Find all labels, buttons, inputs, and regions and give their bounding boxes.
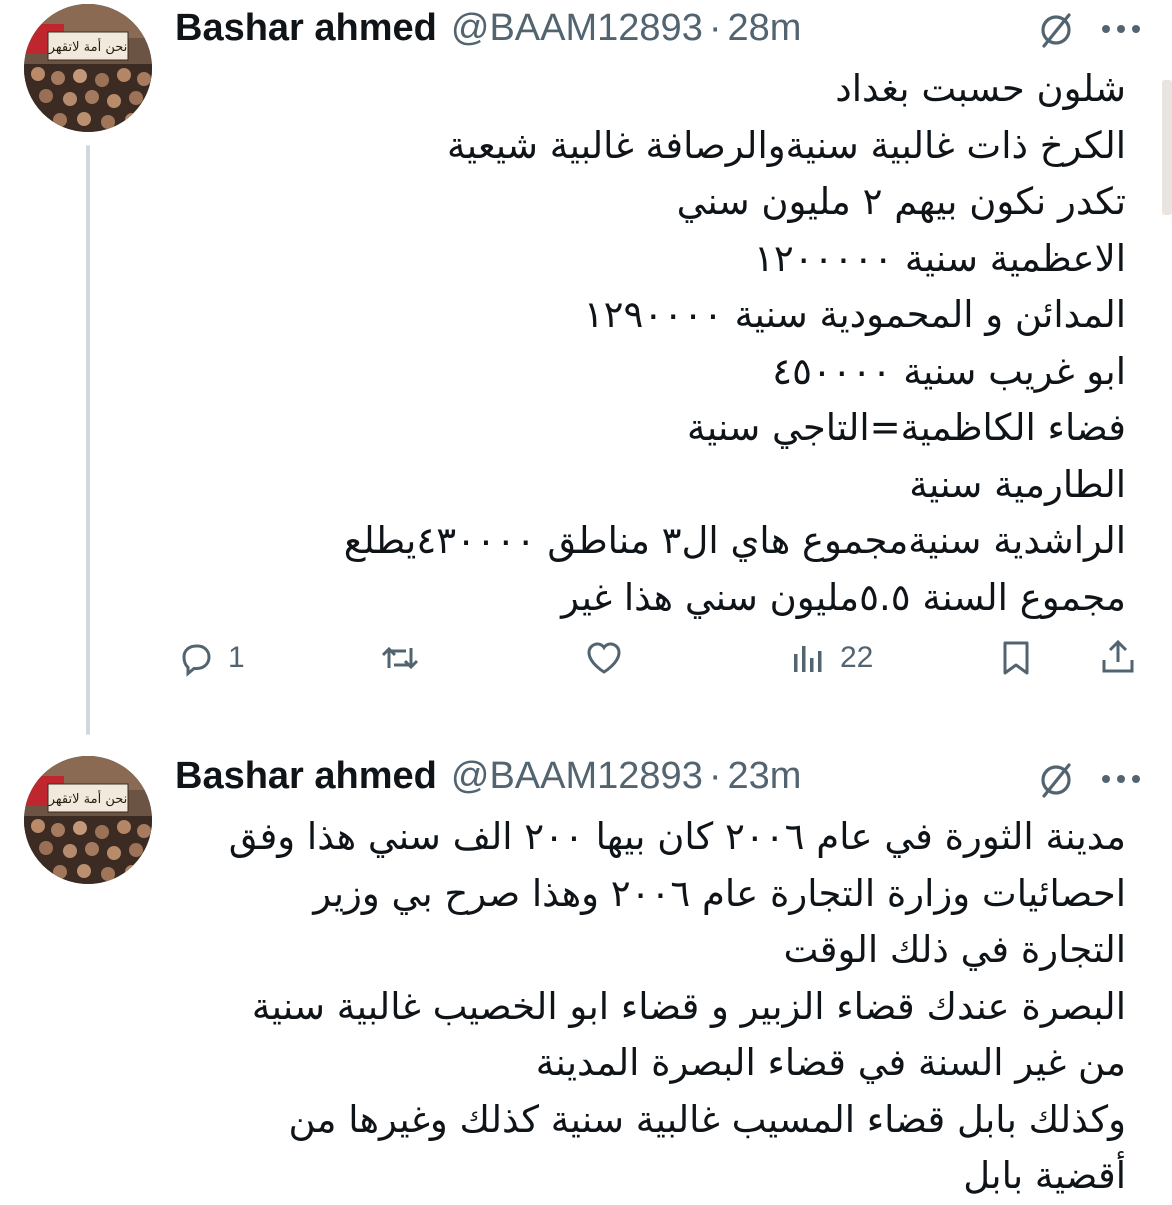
tweet-line: احصائيات وزارة التجارة عام ٢٠٠٦ وهذا صرح… [313, 871, 1126, 915]
author-name[interactable]: Bashar ahmed [175, 7, 437, 50]
tweet-line: شلون حسبت بغداد [835, 67, 1126, 110]
like-icon [587, 642, 621, 674]
avatar-banner-text: نحن أمة لاتقهر [48, 38, 128, 55]
tweet-text: مدينة الثورة في عام ٢٠٠٦ كان بيها ٢٠٠ ال… [229, 809, 1126, 1205]
tweet-header: Bashar ahmed @BAAM12893 · 23m [175, 754, 801, 798]
tweet-line: الطارمية سنية [909, 462, 1126, 506]
like-button[interactable] [584, 638, 636, 678]
share-button[interactable] [1098, 638, 1138, 678]
tweet-line: وكذلك بابل قضاء المسيب غالبية سنية كذلك … [288, 1097, 1126, 1141]
tweet-line: المدائن و المحمودية سنية ١٢٩٠٠٠٠ [583, 293, 1126, 336]
views-count: 22 [840, 641, 874, 674]
tweet-line: مجموع السنة ٥.٥مليون سني هذا غير [561, 575, 1126, 619]
more-icon[interactable] [1098, 14, 1144, 44]
avatar-banner-text: نحن أمة لاتقهر [48, 790, 128, 807]
avatar-image: نحن أمة لاتقهر [24, 4, 152, 132]
repost-icon [381, 646, 419, 670]
tweet-line: التجارة في ذلك الوقت [783, 928, 1126, 971]
grok-icon[interactable] [1036, 760, 1076, 800]
tweet-line: الكرخ ذات غالبية سنيةوالرصافة غالبية شيع… [446, 123, 1126, 167]
avatar-image: نحن أمة لاتقهر [24, 756, 152, 884]
repost-button[interactable] [380, 638, 432, 678]
tweet-line: أقضية بابل [963, 1154, 1126, 1197]
author-name[interactable]: Bashar ahmed [175, 755, 437, 798]
timestamp[interactable]: 23m [727, 755, 801, 798]
views-icon [794, 646, 822, 672]
tweet-header: Bashar ahmed @BAAM12893 · 28m [175, 6, 801, 50]
tweet-line: ابو غريب سنية ٤٥٠٠٠٠ [772, 349, 1126, 393]
tweet-line: تكدر نكون بيهم ٢ مليون سني [676, 180, 1126, 223]
tweet-line: من غير السنة في قضاء البصرة المدينة [535, 1041, 1126, 1084]
tweet-text: شلون حسبت بغداد الكرخ ذات غالبية سنيةوال… [344, 61, 1126, 626]
bookmark-icon [1003, 641, 1029, 675]
tweet-line: الاعظمية سنية ١٢٠٠٠٠٠ [753, 236, 1126, 280]
separator-dot: · [708, 754, 722, 797]
reply-button[interactable]: 1 [176, 638, 245, 678]
author-handle[interactable]: @BAAM12893 [451, 755, 703, 798]
tweet-line: البصرة عندك قضاء الزبير و قضاء ابو الخصي… [251, 984, 1126, 1028]
reply-icon [182, 644, 211, 677]
tweet[interactable]: نحن أمة لاتقهر Bashar ahmed @BAAM12893 ·… [0, 0, 1172, 735]
tweet-actions: 1 22 [176, 638, 1146, 690]
separator-dot: · [708, 6, 722, 49]
timestamp[interactable]: 28m [727, 7, 801, 50]
tweet-line: مدينة الثورة في عام ٢٠٠٦ كان بيها ٢٠٠ ال… [228, 815, 1126, 858]
reply-count: 1 [228, 641, 245, 674]
bookmark-button[interactable] [996, 638, 1036, 678]
thread-line [86, 145, 90, 735]
tweet-line: الراشدية سنيةمجموع هاي ال٣ مناطق ٤٣٠٠٠٠ي… [343, 519, 1126, 562]
avatar[interactable]: نحن أمة لاتقهر [24, 756, 152, 884]
tweet-line: فضاء الكاظمية=التاجي سنية [687, 406, 1126, 449]
grok-icon[interactable] [1036, 10, 1076, 50]
share-icon [1102, 639, 1134, 673]
author-handle[interactable]: @BAAM12893 [451, 7, 703, 50]
more-icon[interactable] [1098, 764, 1144, 794]
avatar[interactable]: نحن أمة لاتقهر [24, 4, 152, 132]
tweet[interactable]: نحن أمة لاتقهر Bashar ahmed @BAAM12893 ·… [0, 740, 1172, 1200]
views-button[interactable]: 22 [788, 638, 873, 678]
media-edge [1162, 80, 1172, 215]
